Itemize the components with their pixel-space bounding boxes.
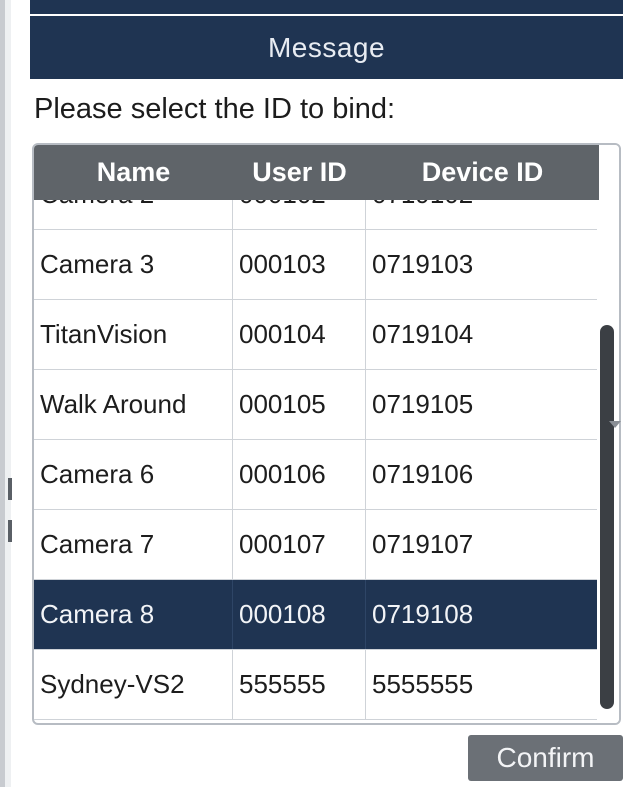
- cell-device-id: 0719106: [372, 459, 474, 489]
- cell-name: Walk Around: [34, 370, 233, 439]
- cell-name: TitanVision: [34, 300, 233, 369]
- table-body: Camera 20001020719102Camera 300010307191…: [34, 145, 599, 723]
- cell-user-id: 555555: [233, 650, 366, 719]
- scrollbar-thumb[interactable]: [600, 325, 614, 709]
- column-header-name[interactable]: Name: [34, 145, 233, 200]
- cell-device-id: 0719105: [372, 389, 474, 419]
- dialog-title-bar: Message: [30, 16, 623, 79]
- cell-name: Camera 3: [34, 230, 233, 299]
- scroll-indicator-icon: [609, 421, 621, 428]
- table-row[interactable]: Camera 6 000106 0719106: [34, 440, 599, 510]
- scrollbar-track[interactable]: [597, 145, 619, 723]
- cell-name: Sydney-VS2: [34, 650, 233, 719]
- cell-device-id: 0719103: [372, 249, 474, 279]
- window-edge-mark: [8, 520, 12, 542]
- cell-name: Camera 7: [34, 510, 233, 579]
- dialog-prompt: Please select the ID to bind:: [34, 93, 396, 125]
- table-header: Name User ID Device ID: [34, 145, 599, 200]
- cell-device-id: 5555555: [372, 669, 474, 699]
- table-row[interactable]: Walk Around 000105 0719105: [34, 370, 599, 440]
- table-row[interactable]: TitanVision 000104 0719104: [34, 300, 599, 370]
- column-header-device-id[interactable]: Device ID: [366, 145, 599, 200]
- window-edge-mark: [8, 478, 12, 500]
- table-row[interactable]: Sydney-VS2 555555 5555555: [34, 650, 599, 720]
- table-row[interactable]: Camera 7 000107 0719107: [34, 510, 599, 580]
- dialog-title: Message: [267, 31, 386, 63]
- cell-user-id: 000103: [233, 230, 366, 299]
- table-row[interactable]: Camera 3 000103 0719103: [34, 230, 599, 300]
- cell-name: Camera 6: [34, 440, 233, 509]
- cell-name: Camera 8: [34, 580, 233, 649]
- cell-device-id: 0719104: [372, 319, 474, 349]
- table-row[interactable]: Camera 8 000108 0719108: [34, 580, 599, 650]
- cell-user-id: 000108: [233, 580, 366, 649]
- top-strip: [30, 0, 623, 14]
- cell-user-id: 000106: [233, 440, 366, 509]
- cell-user-id: 000104: [233, 300, 366, 369]
- cell-user-id: 000107: [233, 510, 366, 579]
- dialog-window: Message Please select the ID to bind: Ca…: [0, 0, 633, 787]
- column-header-user-id[interactable]: User ID: [233, 145, 366, 200]
- cell-device-id: 0719107: [372, 529, 474, 559]
- confirm-button[interactable]: Confirm: [468, 735, 623, 781]
- cell-device-id: 0719108: [372, 599, 474, 629]
- window-left-border-inner: [5, 0, 11, 787]
- id-table: Camera 20001020719102Camera 300010307191…: [32, 143, 621, 725]
- cell-user-id: 000105: [233, 370, 366, 439]
